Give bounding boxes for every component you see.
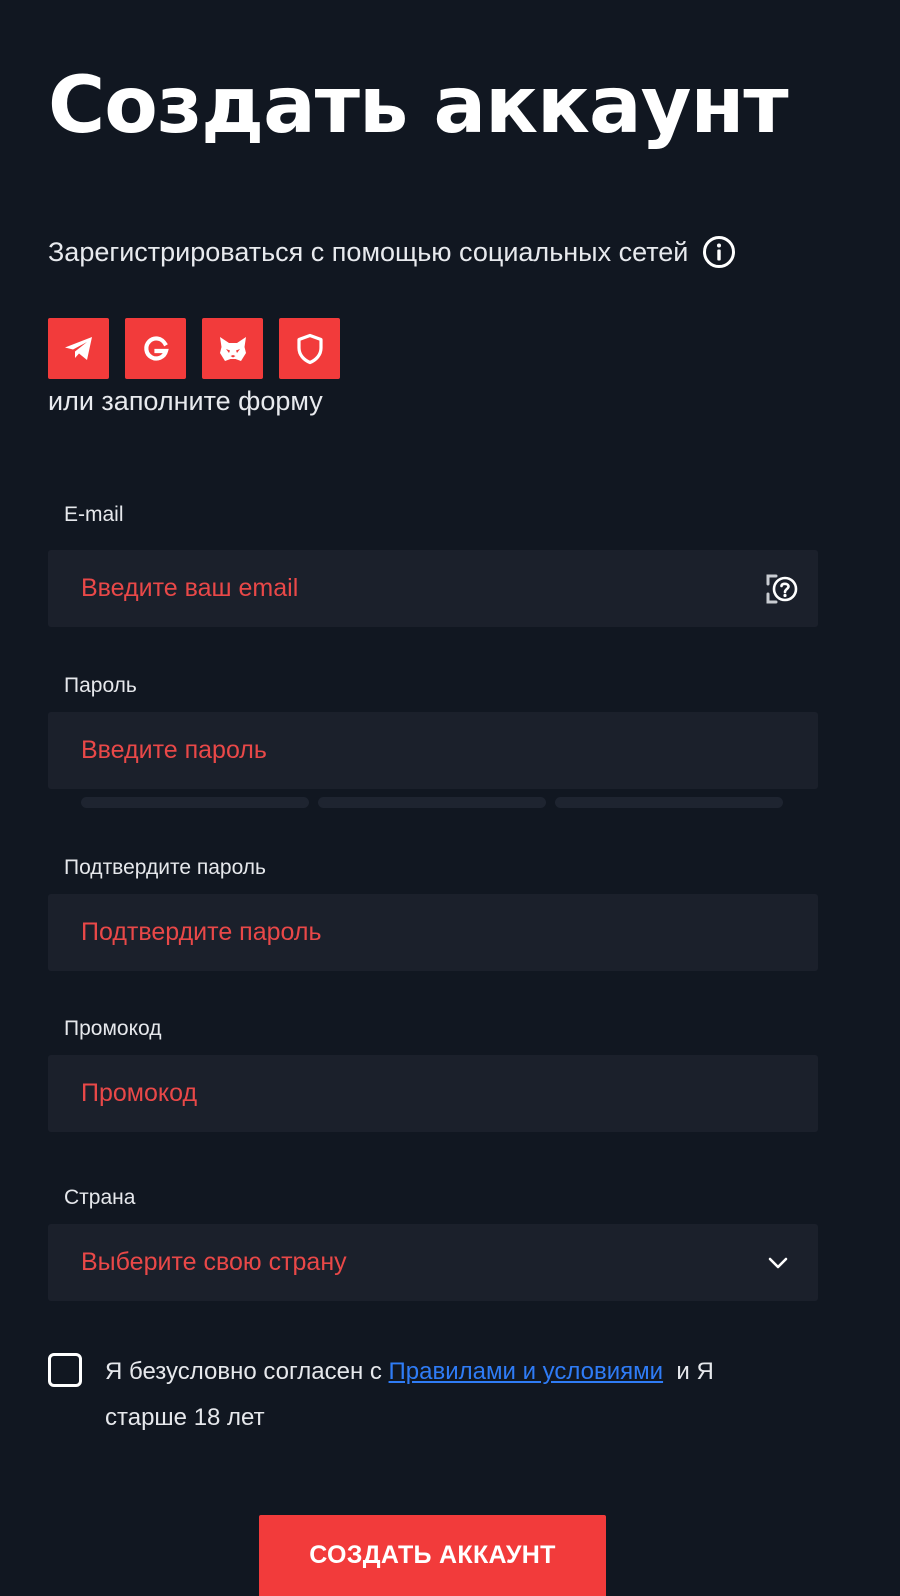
password-strength-segment [81, 797, 309, 808]
social-login-heading: Зарегистрироваться с помощью социальных … [48, 234, 736, 270]
promo-code-label: Промокод [64, 1017, 162, 1040]
password-strength-segment [555, 797, 783, 808]
telegram-icon [64, 336, 92, 360]
telegram-login-button[interactable] [48, 318, 109, 379]
password-input[interactable] [48, 712, 818, 789]
social-login-heading-text: Зарегистрироваться с помощью социальных … [48, 237, 689, 267]
metamask-fox-icon [219, 336, 246, 361]
email-field-container [48, 550, 818, 627]
terms-checkbox[interactable] [48, 1353, 82, 1387]
metamask-login-button[interactable] [202, 318, 263, 379]
confirm-password-field-container [48, 894, 818, 971]
create-account-button[interactable]: СОЗДАТЬ АККАУНТ [259, 1515, 606, 1596]
social-login-buttons [48, 318, 340, 379]
country-select[interactable]: Выберите свою страну [48, 1224, 818, 1301]
page-title: Создать аккаунт [48, 61, 789, 151]
promo-code-input[interactable] [48, 1055, 818, 1132]
google-icon [143, 335, 169, 361]
shield-login-button[interactable] [279, 318, 340, 379]
terms-text-before: Я безусловно согласен с [105, 1358, 389, 1385]
terms-agreement-text: Я безусловно согласен с Правилами и усло… [105, 1349, 785, 1441]
password-label: Пароль [64, 674, 137, 697]
country-label: Страна [64, 1186, 136, 1209]
promo-code-field-container [48, 1055, 818, 1132]
chevron-down-icon [768, 1257, 788, 1269]
email-label: E-mail [64, 503, 124, 526]
password-field-container [48, 712, 818, 789]
email-input[interactable] [48, 550, 818, 627]
password-manager-key-icon[interactable] [764, 572, 798, 606]
or-fill-form-text: или заполните форму [48, 386, 323, 416]
google-login-button[interactable] [125, 318, 186, 379]
password-strength-meter [81, 797, 783, 808]
confirm-password-input[interactable] [48, 894, 818, 971]
terms-link[interactable]: Правилами и условиями [389, 1358, 664, 1385]
info-icon[interactable] [702, 235, 736, 269]
confirm-password-label: Подтвердите пароль [64, 856, 267, 879]
country-select-value: Выберите свою страну [81, 1248, 347, 1276]
shield-icon [296, 333, 323, 364]
password-strength-segment [318, 797, 546, 808]
